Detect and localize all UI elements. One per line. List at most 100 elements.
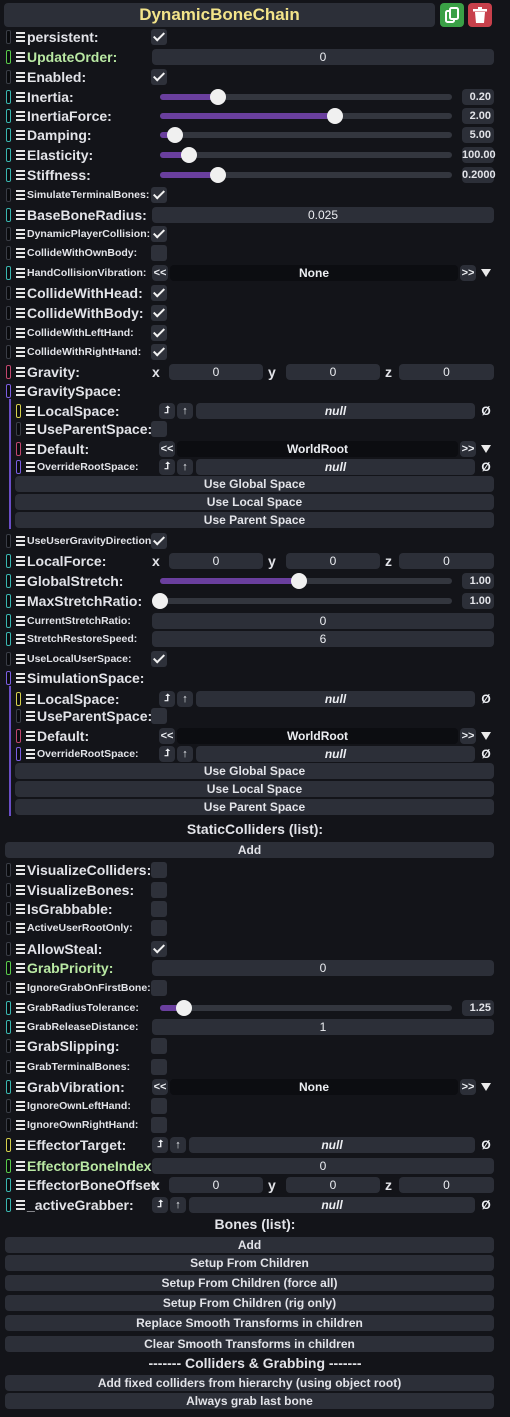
checkbox-simulateTerminalBones[interactable] (151, 187, 167, 203)
drag-handle-icon[interactable] (26, 406, 35, 416)
clear-reference-button[interactable]: Ø (478, 691, 494, 707)
drag-handle-icon[interactable] (16, 923, 25, 933)
drag-handle-icon[interactable] (16, 1082, 25, 1092)
clear-reference-button[interactable]: Ø (478, 1137, 494, 1153)
drag-handle-icon[interactable] (16, 92, 25, 102)
input-localForce-y[interactable]: 0 (286, 553, 380, 569)
input-localForce-z[interactable]: 0 (399, 553, 494, 569)
dropdown-arrow-icon[interactable] (481, 732, 491, 740)
reference-overrideRootSpace[interactable]: null (196, 746, 475, 762)
drag-handle-icon[interactable] (16, 1200, 25, 1210)
field-pointer-icon[interactable] (6, 1198, 11, 1212)
checkbox-grabTerminalBones[interactable] (151, 1059, 167, 1075)
slider-globalStretch[interactable] (160, 573, 452, 589)
checkbox-ignoreOwnRightHand[interactable] (151, 1117, 167, 1133)
drop-reference-button[interactable]: ⮥ (159, 459, 175, 475)
input-effectorBoneIndex[interactable]: 0 (152, 1158, 494, 1174)
slider-inertia[interactable] (160, 89, 452, 105)
slider-grabRadiusTolerance[interactable] (160, 1000, 452, 1016)
checkbox-collideWithLeftHand[interactable] (151, 325, 167, 341)
field-pointer-icon[interactable] (6, 208, 11, 222)
dropdown-arrow-icon[interactable] (481, 269, 491, 277)
drag-handle-icon[interactable] (16, 596, 25, 606)
field-pointer-icon[interactable] (16, 692, 21, 706)
checkbox-dynamicPlayerCollision[interactable] (151, 226, 167, 242)
drag-handle-icon[interactable] (16, 1180, 25, 1190)
slider-handle[interactable] (181, 147, 198, 163)
field-pointer-icon[interactable] (6, 1118, 11, 1132)
enum-prev-button[interactable]: << (159, 441, 175, 457)
field-pointer-icon[interactable] (6, 1099, 11, 1113)
enum-value-default[interactable]: WorldRoot (177, 441, 458, 457)
button-setupFromChildren[interactable]: Setup From Children (5, 1255, 494, 1271)
enum-next-button[interactable]: >> (460, 1079, 476, 1095)
drag-handle-icon[interactable] (16, 248, 25, 258)
field-pointer-icon[interactable] (6, 345, 11, 359)
drag-handle-icon[interactable] (16, 1101, 25, 1111)
checkbox-ignoreOwnLeftHand[interactable] (151, 1098, 167, 1114)
drag-handle-icon[interactable] (26, 444, 35, 454)
value-maxStretchRatio[interactable]: 1.00 (462, 593, 494, 609)
field-pointer-icon[interactable] (16, 460, 21, 474)
slider-inertiaForce[interactable] (160, 108, 452, 124)
field-pointer-icon[interactable] (6, 1020, 11, 1034)
checkbox-collideWithHead[interactable] (151, 285, 167, 301)
reference-localSpace[interactable]: null (196, 403, 475, 419)
enum-value-grabVibration[interactable]: None (170, 1079, 458, 1095)
jump-up-button[interactable]: ↑ (177, 746, 193, 762)
drag-handle-icon[interactable] (16, 885, 25, 895)
checkbox-useParentSpace[interactable] (151, 421, 167, 437)
field-pointer-icon[interactable] (16, 404, 21, 418)
drag-handle-icon[interactable] (16, 576, 25, 586)
drag-handle-icon[interactable] (16, 944, 25, 954)
input-baseBoneRadius[interactable]: 0.025 (152, 207, 494, 223)
drop-reference-button[interactable]: ⮥ (159, 746, 175, 762)
drag-handle-icon[interactable] (16, 367, 25, 377)
field-pointer-icon[interactable] (6, 90, 11, 104)
dropdown-arrow-icon[interactable] (481, 1083, 491, 1091)
enum-next-button[interactable]: >> (460, 728, 476, 744)
drag-handle-icon[interactable] (16, 1041, 25, 1051)
slider-handle[interactable] (327, 108, 344, 124)
value-inertiaForce[interactable]: 2.00 (462, 108, 494, 124)
clear-reference-button[interactable]: Ø (478, 746, 494, 762)
drag-handle-icon[interactable] (26, 731, 35, 741)
field-pointer-icon[interactable] (6, 614, 11, 628)
dropdown-arrow-icon[interactable] (481, 445, 491, 453)
drag-handle-icon[interactable] (16, 210, 25, 220)
drag-handle-icon[interactable] (16, 1120, 25, 1130)
field-pointer-icon[interactable] (6, 365, 11, 379)
field-pointer-icon[interactable] (6, 188, 11, 202)
field-pointer-icon[interactable] (6, 921, 11, 935)
drag-handle-icon[interactable] (16, 386, 25, 396)
slider-handle[interactable] (176, 1000, 193, 1016)
enum-prev-button[interactable]: << (159, 728, 175, 744)
enum-value-handCollisionVibration[interactable]: None (170, 265, 458, 281)
field-pointer-icon[interactable] (6, 148, 11, 162)
button-clearSmooth[interactable]: Clear Smooth Transforms in children (5, 1336, 494, 1352)
button-alwaysGrabLastBone[interactable]: Always grab last bone (5, 1393, 494, 1409)
input-gravity-x[interactable]: 0 (169, 364, 263, 380)
checkbox-activeUserRootOnly[interactable] (151, 920, 167, 936)
field-pointer-icon[interactable] (6, 109, 11, 123)
clear-reference-button[interactable]: Ø (478, 403, 494, 419)
button-setupFromChildrenForceAll[interactable]: Setup From Children (force all) (5, 1275, 494, 1291)
slider-handle[interactable] (166, 127, 183, 143)
input-currentStretchRatio[interactable]: 0 (152, 613, 494, 629)
checkbox-collideWithOwnBody[interactable] (151, 245, 167, 261)
input-grabPriority[interactable]: 0 (152, 960, 494, 976)
value-inertia[interactable]: 0.20 (462, 89, 494, 105)
button-replaceSmooth[interactable]: Replace Smooth Transforms in children (5, 1315, 494, 1331)
drag-handle-icon[interactable] (16, 190, 25, 200)
checkbox-enabled[interactable] (151, 69, 167, 85)
field-pointer-icon[interactable] (6, 227, 11, 241)
value-damping[interactable]: 5.00 (462, 127, 494, 143)
input-stretchRestoreSpeed[interactable]: 6 (152, 631, 494, 647)
jump-up-button[interactable]: ↑ (177, 691, 193, 707)
drop-reference-button[interactable]: ⮥ (159, 691, 175, 707)
drag-handle-icon[interactable] (16, 111, 25, 121)
button-useLocalSpace[interactable]: Use Local Space (15, 494, 494, 510)
checkbox-collideWithBody[interactable] (151, 305, 167, 321)
drag-handle-icon[interactable] (16, 308, 25, 318)
field-pointer-icon[interactable] (6, 306, 11, 320)
